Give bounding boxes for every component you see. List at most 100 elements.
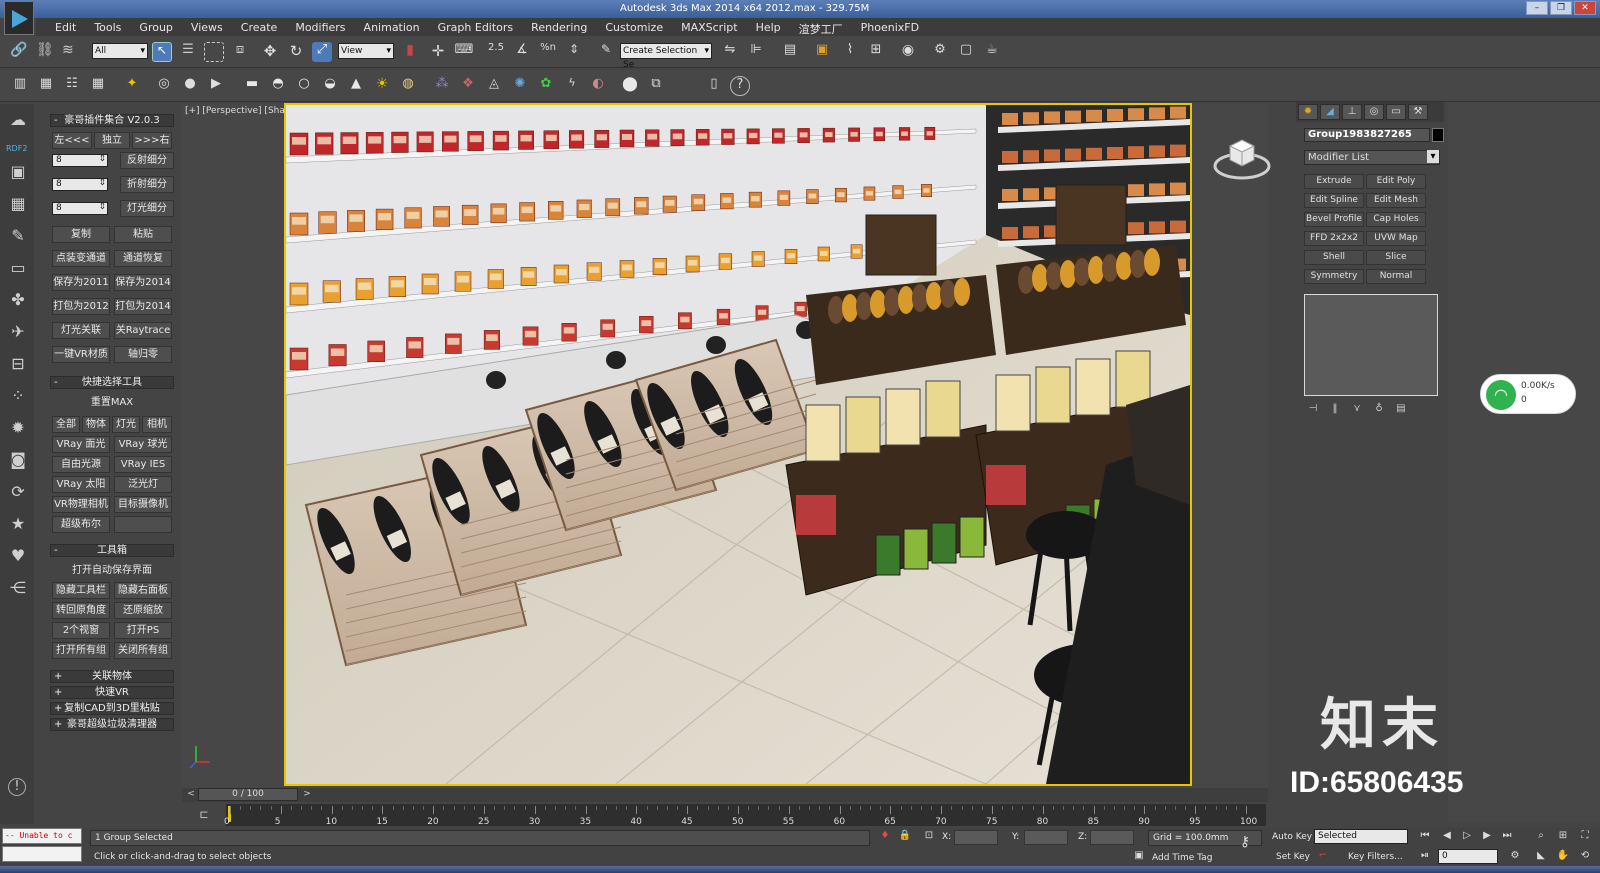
vray-ambient-icon[interactable]: ◍ <box>398 76 418 96</box>
set-key-curve-icon[interactable]: ⌐ <box>1316 850 1330 863</box>
vray-sphere-light-button[interactable]: VRay 球光 <box>114 436 172 453</box>
help-icon[interactable]: ? <box>730 76 750 96</box>
plugin-header[interactable]: - 豪哥插件集合 V2.0.3 <box>50 114 174 127</box>
edit-mesh-button[interactable]: Edit Mesh <box>1366 193 1426 208</box>
make-unique-icon[interactable]: ⋎ <box>1348 402 1366 416</box>
render-setup-icon[interactable]: ⚙ <box>930 42 950 62</box>
paste-button[interactable]: 粘贴 <box>114 226 172 243</box>
pivot-center-icon[interactable]: ▮ <box>400 42 420 62</box>
image-icon[interactable]: ▣ <box>8 162 28 182</box>
cloud-icon[interactable]: ☁ <box>8 110 28 130</box>
maxscript-listener-input[interactable] <box>2 846 82 862</box>
slice-button[interactable]: Slice <box>1366 250 1426 265</box>
absolute-mode-icon[interactable]: ⊡ <box>922 830 936 843</box>
current-frame-field[interactable]: 0 <box>1438 849 1498 864</box>
video-camera-icon[interactable]: ▶ <box>206 76 226 96</box>
normal-button[interactable]: Normal <box>1366 269 1426 284</box>
pin-stack-icon[interactable]: ⊣ <box>1304 402 1322 416</box>
spinner-snap-icon[interactable]: ⇕ <box>564 42 584 62</box>
angle-snap-icon[interactable]: ∡ <box>512 42 532 62</box>
menu-group[interactable]: Group <box>130 18 182 36</box>
edit-poly-button[interactable]: Edit Poly <box>1366 174 1426 189</box>
empty-button[interactable] <box>114 516 172 533</box>
close-button[interactable]: ✕ <box>1574 1 1596 15</box>
select-object-icon[interactable]: ↖ <box>152 42 172 62</box>
vray-plane-light-button[interactable]: VRay 面光 <box>52 436 110 453</box>
layer-manager-icon[interactable]: ▤ <box>780 42 800 62</box>
keyboard-shortcut-icon[interactable]: ⌨ <box>454 42 474 62</box>
vray-dome-icon[interactable]: ◓ <box>268 76 288 96</box>
scale-icon[interactable]: ⤢ <box>312 42 332 62</box>
selection-filter-dropdown[interactable]: All <box>92 43 148 59</box>
zoom-icon[interactable]: ⌕ <box>1534 830 1548 843</box>
copy-button[interactable]: 复制 <box>52 226 110 243</box>
shell-button[interactable]: Shell <box>1304 250 1364 265</box>
vr-physical-camera-button[interactable]: VR物理相机 <box>52 496 110 513</box>
channel-change-button[interactable]: 点装变通道 <box>52 250 110 267</box>
window-crossing-icon[interactable]: ⧈ <box>230 42 250 62</box>
menu-modifiers[interactable]: Modifiers <box>286 18 354 36</box>
light-link-button[interactable]: 灯光关联 <box>52 322 110 339</box>
hide-right-panel-button[interactable]: 隐藏右面板 <box>114 582 172 599</box>
vray-fur-icon[interactable]: ⁂ <box>432 76 452 96</box>
inbox-icon[interactable]: ⊟ <box>8 354 28 374</box>
minimize-button[interactable]: – <box>1526 1 1548 15</box>
close-raytrace-button[interactable]: 关Raytrace <box>114 322 172 339</box>
refract-subdiv-button[interactable]: 折射细分 <box>120 176 174 193</box>
menu-create[interactable]: Create <box>232 18 287 36</box>
z-coordinate-field[interactable] <box>1090 830 1134 845</box>
maximize-button[interactable]: ❐ <box>1550 1 1572 15</box>
maxscript-listener-line[interactable]: -- Unable to c <box>2 828 82 844</box>
previous-frame-icon[interactable]: ◀ <box>1440 830 1454 843</box>
pack-2014-button[interactable]: 打包为2014 <box>114 298 172 315</box>
scene-explorer-icon[interactable]: ▣ <box>812 42 832 62</box>
camera-icon[interactable]: ◙ <box>8 450 28 470</box>
star-icon[interactable]: ★ <box>8 514 28 534</box>
free-light-button[interactable]: 自由光源 <box>52 456 110 473</box>
time-tag-icon[interactable]: ▣ <box>1132 850 1146 863</box>
menu-phoenixfd[interactable]: PhoenixFD <box>852 18 928 36</box>
time-slider[interactable]: 0 / 100 <box>198 788 298 801</box>
vray-frame-buffer-icon[interactable]: ▥ <box>10 76 30 96</box>
vray-sphere-fade-icon[interactable]: ✺ <box>510 76 530 96</box>
pack-2012-button[interactable]: 打包为2012 <box>52 298 110 315</box>
vray-mesh-light-icon[interactable]: ◒ <box>320 76 340 96</box>
select-all-button[interactable]: 全部 <box>52 416 80 433</box>
render-icon[interactable]: ▦ <box>36 76 56 96</box>
network-icon[interactable]: ✤ <box>8 290 28 310</box>
menu-edit[interactable]: Edit <box>46 18 85 36</box>
ffd-button[interactable]: FFD 2x2x2 <box>1304 231 1364 246</box>
material-editor-icon[interactable]: ◉ <box>898 42 918 62</box>
restore-zoom-button[interactable]: 还原缩放 <box>114 602 172 619</box>
show-end-result-icon[interactable]: ‖ <box>1326 402 1344 416</box>
settings-panel-icon[interactable]: ▯ <box>704 76 724 96</box>
edit-spline-button[interactable]: Edit Spline <box>1304 193 1364 208</box>
menu-maxscript[interactable]: MAXScript <box>672 18 746 36</box>
monitor-icon[interactable]: ▭ <box>8 258 28 278</box>
restore-angle-button[interactable]: 转回原角度 <box>52 602 110 619</box>
snaps-toggle-icon[interactable]: 2.5 <box>486 42 506 62</box>
target-camera-button[interactable]: 目标摄像机 <box>114 496 172 513</box>
channel-restore-button[interactable]: 通道恢复 <box>114 250 172 267</box>
bind-spacewarp-icon[interactable]: ≋ <box>62 42 82 62</box>
select-objects-button[interactable]: 物体 <box>82 416 110 433</box>
play-icon[interactable]: ▷ <box>1460 830 1474 843</box>
remove-modifier-icon[interactable]: ♁ <box>1370 402 1388 416</box>
toolbox-header[interactable]: - 工具箱 <box>50 544 174 557</box>
object-name-field[interactable]: Group1983827265 <box>1304 128 1430 142</box>
create-tab-icon[interactable]: ✹ <box>1298 104 1318 120</box>
sphere-icon[interactable]: ● <box>180 76 200 96</box>
key-icon[interactable]: ⚷ <box>1238 835 1252 849</box>
grid-icon[interactable]: ▦ <box>88 76 108 96</box>
add-time-tag[interactable]: Add Time Tag <box>1152 853 1212 863</box>
save-as-2014-button[interactable]: 保存为2014 <box>114 274 172 291</box>
go-to-end-icon[interactable]: ⏭ <box>1500 830 1514 843</box>
autosave-button[interactable]: 打开自动保存界面 <box>52 562 172 579</box>
quick-select-header[interactable]: - 快捷选择工具 <box>50 376 174 389</box>
network-speed-widget[interactable]: ◠ 0.00K/s 0 <box>1480 374 1576 414</box>
rollout-garbage-cleaner[interactable]: + 豪哥超级垃圾清理器 <box>50 718 174 731</box>
vray-hair-icon[interactable]: ϟ <box>562 76 582 96</box>
rollout-copy-cad[interactable]: + 复制CAD到3D里粘贴 <box>50 702 174 715</box>
pivot-zero-button[interactable]: 轴归零 <box>114 346 172 363</box>
select-manipulate-icon[interactable]: ✛ <box>428 42 448 62</box>
